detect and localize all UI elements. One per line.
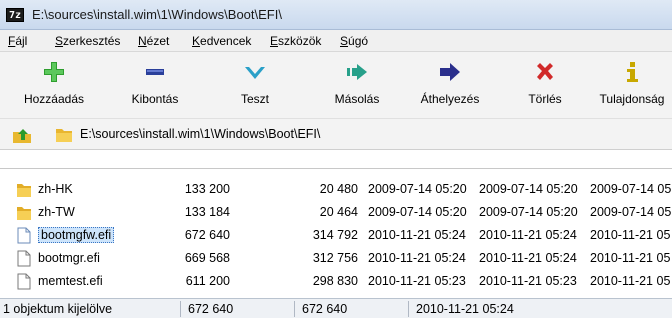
file-packed-size: 314 792 bbox=[312, 228, 358, 242]
status-packed: 672 640 bbox=[302, 302, 348, 316]
menu-help[interactable]: Súgó bbox=[340, 34, 368, 48]
info-icon bbox=[627, 62, 638, 82]
menu-bar: Fájl Szerkesztés Nézet Kedvencek Eszközö… bbox=[0, 30, 672, 52]
copy-button-label: Másolás bbox=[334, 92, 380, 106]
check-icon bbox=[245, 67, 265, 79]
copy-arrow-icon bbox=[347, 64, 367, 80]
status-date: 2010-11-21 05:24 bbox=[416, 302, 514, 316]
file-size: 133 184 bbox=[184, 205, 230, 219]
file-created: 2010-11-21 05:23 bbox=[479, 274, 577, 288]
move-arrow-icon bbox=[440, 63, 460, 81]
file-accessed: 2010-11-21 05 bbox=[590, 251, 671, 265]
list-header-area bbox=[0, 150, 672, 170]
file-name: bootmgr.efi bbox=[38, 251, 100, 265]
file-size: 133 200 bbox=[184, 182, 230, 196]
copy-button[interactable]: Másolás bbox=[317, 58, 397, 114]
status-divider bbox=[408, 301, 409, 317]
file-packed-size: 312 756 bbox=[312, 251, 358, 265]
status-selection: 1 objektum kijelölve bbox=[3, 302, 113, 316]
file-size: 672 640 bbox=[184, 228, 230, 242]
window-title: E:\sources\install.wim\1\Windows\Boot\EF… bbox=[32, 7, 282, 22]
properties-button[interactable]: Tulajdonság bbox=[592, 58, 672, 114]
file-created: 2010-11-21 05:24 bbox=[479, 228, 577, 242]
up-folder-icon[interactable] bbox=[12, 126, 32, 144]
table-row-selected[interactable]: bootmgfw.efi 672 640 314 792 2010-11-21 … bbox=[0, 224, 672, 247]
delete-x-icon bbox=[537, 63, 553, 80]
table-row[interactable]: zh-HK 133 200 20 480 2009-07-14 05:20 20… bbox=[0, 178, 672, 201]
delete-button[interactable]: Törlés bbox=[515, 58, 575, 114]
file-packed-size: 298 830 bbox=[312, 274, 358, 288]
table-row[interactable]: bootmgr.efi 669 568 312 756 2010-11-21 0… bbox=[0, 247, 672, 270]
file-size: 669 568 bbox=[184, 251, 230, 265]
file-modified: 2010-11-21 05:24 bbox=[368, 251, 466, 265]
file-icon bbox=[17, 250, 31, 267]
menu-tools[interactable]: Eszközök bbox=[270, 34, 321, 48]
file-packed-size: 20 464 bbox=[319, 205, 358, 219]
file-modified: 2009-07-14 05:20 bbox=[368, 205, 467, 219]
folder-icon bbox=[17, 184, 31, 197]
app-7zip-icon: 7z bbox=[6, 8, 24, 22]
extract-button[interactable]: Kibontás bbox=[115, 58, 195, 114]
divider bbox=[0, 168, 672, 169]
toolbar: Hozzáadás Kibontás Teszt Másolás Áthelye… bbox=[0, 52, 672, 118]
test-button-label: Teszt bbox=[240, 92, 269, 106]
add-button-label: Hozzáadás bbox=[23, 92, 85, 106]
minus-icon bbox=[146, 69, 164, 75]
folder-icon bbox=[56, 129, 72, 142]
extract-button-label: Kibontás bbox=[131, 92, 179, 106]
table-row[interactable]: memtest.efi 611 200 298 830 2010-11-21 0… bbox=[0, 270, 672, 293]
menu-file[interactable]: Fájl bbox=[8, 34, 27, 48]
address-bar: E:\sources\install.wim\1\Windows\Boot\EF… bbox=[0, 118, 672, 150]
delete-button-label: Törlés bbox=[528, 92, 562, 106]
table-row[interactable]: zh-TW 133 184 20 464 2009-07-14 05:20 20… bbox=[0, 201, 672, 224]
file-list: zh-HK 133 200 20 480 2009-07-14 05:20 20… bbox=[0, 178, 672, 298]
file-created: 2009-07-14 05:20 bbox=[479, 182, 578, 196]
file-name: zh-HK bbox=[38, 182, 73, 196]
file-accessed: 2010-11-21 05 bbox=[590, 228, 671, 242]
menu-edit[interactable]: Szerkesztés bbox=[55, 34, 120, 48]
add-button[interactable]: Hozzáadás bbox=[14, 58, 94, 114]
move-button[interactable]: Áthelyezés bbox=[410, 58, 490, 114]
file-modified: 2010-11-21 05:23 bbox=[368, 274, 466, 288]
properties-button-label: Tulajdonság bbox=[599, 92, 665, 106]
menu-view[interactable]: Nézet bbox=[138, 34, 169, 48]
move-button-label: Áthelyezés bbox=[420, 92, 480, 106]
file-icon bbox=[17, 227, 31, 244]
file-name: zh-TW bbox=[38, 205, 75, 219]
file-name: bootmgfw.efi bbox=[38, 227, 115, 243]
address-path[interactable]: E:\sources\install.wim\1\Windows\Boot\EF… bbox=[80, 127, 320, 141]
file-icon bbox=[17, 273, 31, 290]
status-size: 672 640 bbox=[188, 302, 234, 316]
plus-icon bbox=[44, 62, 64, 82]
folder-icon bbox=[17, 207, 31, 220]
status-bar: 1 objektum kijelölve 672 640 672 640 201… bbox=[0, 298, 672, 318]
file-created: 2010-11-21 05:24 bbox=[479, 251, 577, 265]
status-divider bbox=[294, 301, 295, 317]
file-accessed: 2009-07-14 05 bbox=[590, 205, 672, 219]
file-modified: 2010-11-21 05:24 bbox=[368, 228, 466, 242]
file-name: memtest.efi bbox=[38, 274, 103, 288]
file-packed-size: 20 480 bbox=[319, 182, 358, 196]
file-accessed: 2009-07-14 05 bbox=[590, 182, 672, 196]
test-button[interactable]: Teszt bbox=[220, 58, 290, 114]
menu-favorites[interactable]: Kedvencek bbox=[192, 34, 251, 48]
title-bar: 7z E:\sources\install.wim\1\Windows\Boot… bbox=[0, 0, 672, 30]
file-name-text: bootmgfw.efi bbox=[38, 227, 115, 243]
file-modified: 2009-07-14 05:20 bbox=[368, 182, 467, 196]
file-accessed: 2010-11-21 05 bbox=[590, 274, 671, 288]
file-created: 2009-07-14 05:20 bbox=[479, 205, 578, 219]
file-size: 611 200 bbox=[185, 274, 230, 288]
status-divider bbox=[180, 301, 181, 317]
